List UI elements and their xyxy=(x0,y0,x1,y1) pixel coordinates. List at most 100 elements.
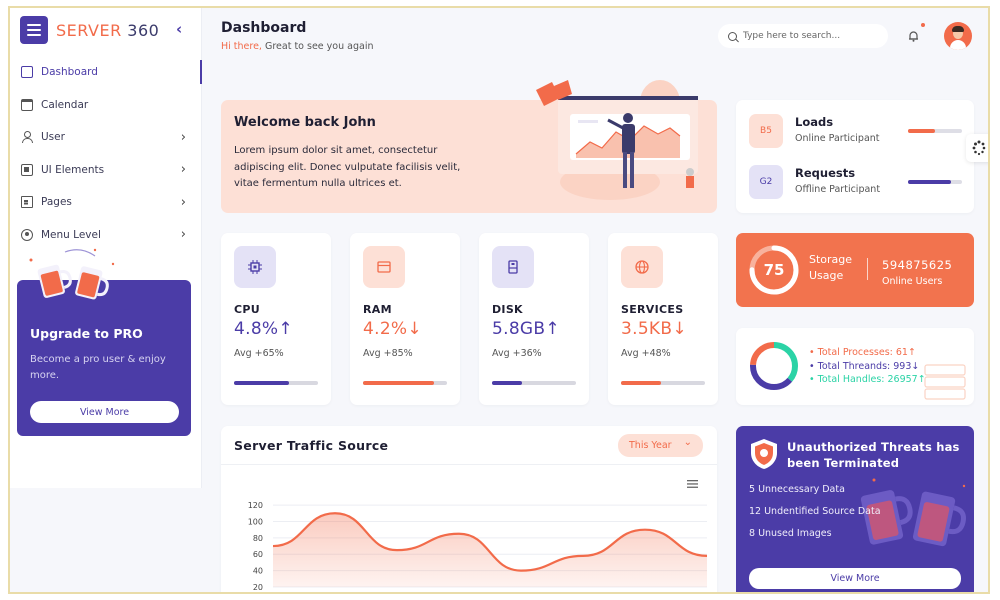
calendar-icon xyxy=(21,98,33,111)
x-tick-label: Mar xyxy=(389,592,405,594)
requests-progress xyxy=(908,180,962,184)
loads-progress xyxy=(908,129,962,133)
stat-avg: Avg +65% xyxy=(234,348,284,359)
brand-name: SERVER 360 xyxy=(56,21,159,40)
year-filter-dropdown[interactable]: This Year ⌄ xyxy=(618,434,703,457)
stat-progress xyxy=(363,381,447,385)
process-donut-chart xyxy=(750,342,798,390)
threat-line: 12 Undentified Source Data xyxy=(749,506,881,517)
search-icon xyxy=(728,31,737,41)
threats-title: Unauthorized Threats has been Terminated xyxy=(787,440,960,470)
server-rack-illustration xyxy=(924,364,966,400)
welcome-title: Welcome back John xyxy=(234,115,376,130)
arrow-up-icon: ↑ xyxy=(907,347,916,358)
stat-name: SERVICES xyxy=(621,303,684,316)
sidebar-item-label: User xyxy=(41,131,65,144)
stat-card-services: SERVICES 3.5KB↓ Avg +48% xyxy=(608,233,718,405)
page-title: Dashboard xyxy=(221,20,307,36)
y-tick-label: 20 xyxy=(253,583,263,592)
participants-card: B5 Loads Online Participant G2 Requests … xyxy=(736,100,974,213)
user-avatar[interactable] xyxy=(944,22,972,50)
requests-progress-fill xyxy=(908,180,952,184)
arrow-up-icon: ↑ xyxy=(545,319,560,339)
threat-line: 8 Unused Images xyxy=(749,528,832,539)
sidebar-item-user[interactable]: User › xyxy=(10,121,202,154)
collapse-sidebar-chevron-icon[interactable]: ‹ xyxy=(176,20,182,38)
x-tick-label: Aug xyxy=(699,592,715,594)
loads-sub: Online Participant xyxy=(795,133,880,144)
storage-value: 75 xyxy=(763,261,785,279)
brand-logo[interactable]: SERVER 360 xyxy=(20,16,159,44)
brand-name-b: 360 xyxy=(127,20,160,40)
shield-icon xyxy=(751,439,777,469)
settings-spinner-tab[interactable] xyxy=(966,134,988,162)
disk-icon xyxy=(492,246,534,288)
y-tick-label: 120 xyxy=(248,501,263,510)
sidebar-item-label: Menu Level xyxy=(41,228,101,241)
arrow-down-icon: ↓ xyxy=(407,319,422,339)
stat-progress-fill xyxy=(621,381,662,385)
notification-dot xyxy=(921,23,925,27)
upgrade-title: Upgrade to PRO xyxy=(30,326,143,341)
dashboard-icon xyxy=(21,66,33,79)
arrow-up-icon: ↑ xyxy=(278,319,293,339)
loads-row: B5 Loads Online Participant xyxy=(749,114,962,148)
presenter-illustration xyxy=(536,80,698,200)
mugs-illustration xyxy=(860,478,966,547)
x-tick-label: Jan xyxy=(266,592,279,594)
arrow-down-icon: ↓ xyxy=(911,361,920,372)
stat-avg: Avg +36% xyxy=(492,348,542,359)
sidebar-item-dashboard[interactable]: Dashboard xyxy=(10,56,202,89)
ram-icon xyxy=(363,246,405,288)
chevron-right-icon: › xyxy=(180,227,186,243)
divider xyxy=(867,258,868,280)
stat-progress xyxy=(492,381,576,385)
stat-value: 4.2%↓ xyxy=(363,319,422,339)
requests-name: Requests xyxy=(795,166,856,180)
x-tick-label: May xyxy=(513,592,530,594)
search-input[interactable] xyxy=(743,31,883,41)
stat-name: RAM xyxy=(363,303,392,316)
stat-name: CPU xyxy=(234,303,260,316)
y-tick-label: 100 xyxy=(248,517,263,526)
stat-progress-fill xyxy=(492,381,523,385)
stat-avg: Avg +48% xyxy=(621,348,671,359)
threats-view-more-button[interactable]: View More xyxy=(749,568,961,589)
stat-progress xyxy=(234,381,318,385)
x-tick-label: Jun xyxy=(576,592,590,594)
threat-line: 5 Unnecessary Data xyxy=(749,484,845,495)
page-greeting: Hi there, Great to see you again xyxy=(221,41,373,52)
total-processes: • Total Processes: 61↑ xyxy=(809,347,916,358)
notification-bell-icon[interactable] xyxy=(908,30,919,42)
stat-value-text: 5.8GB xyxy=(492,319,546,339)
brand-name-a: SERVER xyxy=(56,20,122,40)
total-processes-text: Total Processes: 61 xyxy=(817,347,908,358)
chevron-right-icon: › xyxy=(180,162,186,178)
traffic-area-chart: 20 40 60 80 100 120 Jan Feb Mar Apr May Jun Jul Aug xyxy=(248,501,715,594)
cpu-icon xyxy=(234,246,276,288)
y-tick-label: 60 xyxy=(253,550,263,559)
upgrade-view-more-button[interactable]: View More xyxy=(30,401,179,423)
stat-value-text: 3.5KB xyxy=(621,319,673,339)
stat-value: 4.8%↑ xyxy=(234,319,293,339)
storage-usage-card: 75 Storage Usage 594875625 Online Users xyxy=(736,233,974,307)
total-threads-text: Total Threands: 993 xyxy=(817,361,912,372)
search-box[interactable] xyxy=(718,24,888,48)
sidebar-item-pages[interactable]: Pages › xyxy=(10,186,202,219)
sidebar-item-ui-elements[interactable]: UI Elements › xyxy=(10,154,202,187)
chevron-right-icon: › xyxy=(180,129,186,145)
stat-card-ram: RAM 4.2%↓ Avg +85% xyxy=(350,233,460,405)
server-traffic-card: Server Traffic Source This Year ⌄ 20 40 60 8… xyxy=(221,426,717,594)
cheers-mugs-illustration xyxy=(29,248,115,300)
x-tick-label: Apr xyxy=(452,592,467,594)
year-filter-label: This Year xyxy=(629,440,672,451)
ui-elements-icon xyxy=(21,163,33,176)
globe-icon xyxy=(621,246,663,288)
x-tick-label: Feb xyxy=(328,592,342,594)
total-handles: • Total Handles: 26957↑ xyxy=(809,374,926,385)
sidebar-item-calendar[interactable]: Calendar xyxy=(10,89,202,122)
requests-row: G2 Requests Offline Participant xyxy=(749,165,962,199)
threats-card: Unauthorized Threats has been Terminated… xyxy=(736,426,974,592)
avatar-body xyxy=(950,40,966,50)
chevron-down-icon: ⌄ xyxy=(683,437,692,448)
